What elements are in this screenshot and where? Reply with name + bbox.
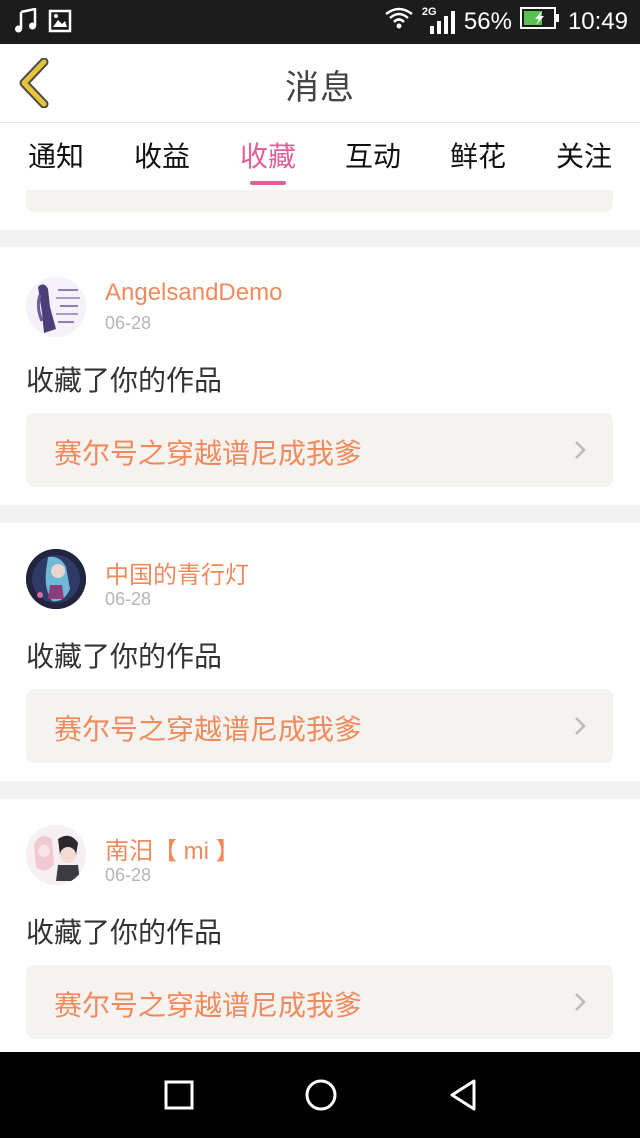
header: 消息 (0, 44, 640, 122)
list-item: 中国的青行灯 06-28 收藏了你的作品 赛尔号之穿越谱尼成我爹 (0, 523, 640, 781)
signal-icon: 2G (422, 6, 456, 36)
list-item-partial (0, 190, 640, 230)
work-card-partial[interactable] (26, 190, 613, 212)
work-title: 赛尔号之穿越谱尼成我爹 (54, 989, 363, 1022)
image-icon (48, 9, 72, 37)
list-item: AngelsandDemo 06-28 收藏了你的作品 赛尔号之穿越谱尼成我爹 (0, 247, 640, 505)
tab-interactions[interactable]: 互动 (323, 135, 423, 175)
active-tab-indicator (250, 181, 286, 185)
tab-earnings[interactable]: 收益 (112, 135, 212, 175)
work-title: 赛尔号之穿越谱尼成我爹 (54, 713, 363, 746)
tab-flowers[interactable]: 鲜花 (428, 135, 528, 175)
tab-notifications[interactable]: 通知 (6, 135, 106, 175)
work-title: 赛尔号之穿越谱尼成我爹 (54, 437, 363, 470)
avatar[interactable] (26, 549, 86, 609)
page-title: 消息 (285, 68, 355, 108)
username[interactable]: AngelsandDemo (105, 279, 282, 307)
tab-bar: 通知 收益 收藏 互动 鲜花 关注 (0, 122, 640, 191)
music-icon (14, 7, 38, 38)
work-link[interactable]: 赛尔号之穿越谱尼成我爹 (26, 965, 613, 1039)
action-text: 收藏了你的作品 (26, 916, 223, 949)
chevron-right-icon (575, 717, 586, 735)
timestamp: 06-28 (105, 313, 152, 333)
list-item: 南汨【 mi 】 06-28 收藏了你的作品 赛尔号之穿越谱尼成我爹 (0, 799, 640, 1052)
tab-following[interactable]: 关注 (534, 135, 634, 175)
action-text: 收藏了你的作品 (26, 364, 223, 397)
timestamp: 06-28 (105, 589, 152, 609)
avatar[interactable] (26, 825, 86, 885)
username[interactable]: 南汨【 mi 】 (105, 831, 240, 866)
system-nav-bar (0, 1052, 640, 1138)
battery-percent: 56% (463, 7, 512, 35)
work-link[interactable]: 赛尔号之穿越谱尼成我爹 (26, 413, 613, 487)
battery-icon (519, 7, 560, 36)
status-bar: 2G 56% 10:49 (0, 0, 640, 44)
avatar[interactable] (26, 277, 86, 337)
square-icon[interactable] (162, 1078, 196, 1112)
chevron-right-icon (575, 993, 586, 1011)
back-triangle-icon[interactable] (446, 1078, 480, 1112)
username[interactable]: 中国的青行灯 (105, 555, 249, 590)
circle-icon[interactable] (304, 1078, 338, 1112)
work-link[interactable]: 赛尔号之穿越谱尼成我爹 (26, 689, 613, 763)
action-text: 收藏了你的作品 (26, 640, 223, 673)
wifi-icon (384, 6, 414, 37)
clock: 10:49 (567, 7, 628, 35)
chevron-right-icon (575, 441, 586, 459)
tab-favorites[interactable]: 收藏 (218, 135, 318, 175)
timestamp: 06-28 (105, 865, 152, 885)
message-list[interactable]: AngelsandDemo 06-28 收藏了你的作品 赛尔号之穿越谱尼成我爹 … (0, 190, 640, 1052)
